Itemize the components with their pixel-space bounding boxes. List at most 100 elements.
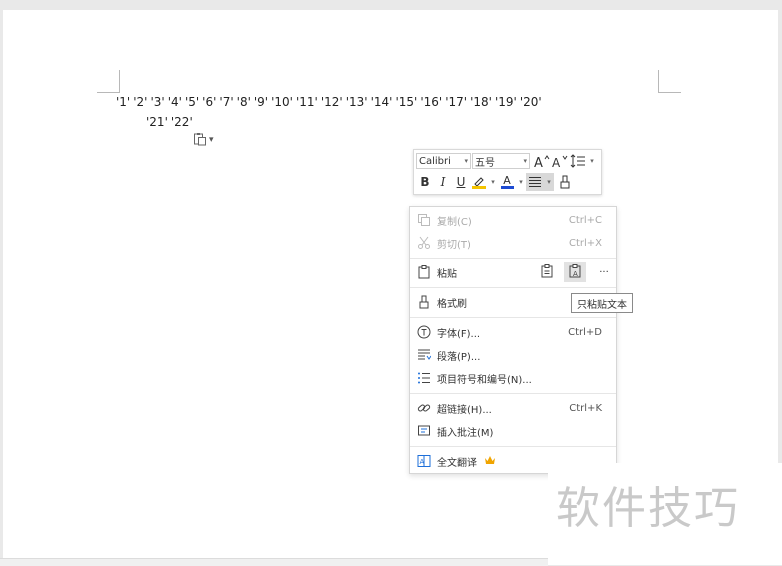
copy-label: 复制(C) — [437, 216, 472, 228]
paragraph-icon — [416, 347, 432, 363]
document-token: '10' — [271, 95, 293, 109]
menu-divider — [410, 446, 616, 447]
menu-divider — [410, 317, 616, 318]
align-icon — [529, 177, 541, 187]
menu-item-cut[interactable]: 剪切(T) Ctrl+X — [410, 232, 616, 254]
comment-icon — [416, 423, 432, 439]
chevron-down-icon: ▾ — [209, 135, 214, 145]
cut-label: 剪切(T) — [437, 239, 471, 251]
font-name-value: Calibri — [419, 155, 451, 167]
format-painter-icon — [560, 175, 570, 189]
bullets-label: 项目符号和编号(N)... — [437, 374, 532, 386]
document-token: '18' — [470, 95, 492, 109]
document-token: '7' — [219, 95, 234, 109]
document-token: '5' — [184, 95, 200, 109]
menu-item-font[interactable]: 字体(F)... Ctrl+D — [410, 321, 616, 343]
paste-label: 粘贴 — [437, 268, 457, 280]
paste-options-icon — [193, 132, 209, 149]
paste-text-only-icon: A — [568, 263, 582, 281]
more-icon: ··· — [599, 266, 609, 278]
document-token: '2' — [133, 95, 148, 109]
menu-item-hyperlink[interactable]: 超链接(H)... Ctrl+K — [410, 397, 616, 419]
menu-item-copy[interactable]: 复制(C) Ctrl+C — [410, 209, 616, 231]
format-painter-label: 格式刷 — [437, 298, 467, 310]
menu-item-bullets[interactable]: 项目符号和编号(N)... — [410, 367, 616, 389]
italic-button[interactable]: I — [434, 173, 452, 191]
hyperlink-shortcut: Ctrl+K — [569, 402, 602, 414]
paste-keep-format-button[interactable] — [536, 262, 558, 282]
comment-label: 插入批注(M) — [437, 427, 494, 439]
font-color-swatch — [500, 186, 514, 189]
underline-icon: U — [456, 175, 466, 189]
svg-text:A: A — [552, 156, 561, 168]
menu-item-insert-comment[interactable]: 插入批注(M) — [410, 420, 616, 442]
font-icon — [416, 324, 432, 340]
document-token: '9' — [253, 95, 269, 109]
document-token: '22' — [170, 115, 193, 129]
paste-keep-format-icon — [540, 263, 554, 281]
align-button[interactable] — [526, 173, 544, 191]
document-token: '16' — [420, 95, 443, 109]
font-label: 字体(F)... — [437, 328, 481, 340]
chevron-down-icon[interactable]: ▾ — [587, 152, 597, 170]
margin-corner-top-left — [97, 70, 120, 93]
chevron-down-icon[interactable]: ▾ — [516, 173, 526, 191]
chevron-down-icon: ▾ — [523, 157, 527, 165]
translate-icon: A — [416, 453, 432, 469]
margin-corner-top-right — [658, 70, 681, 93]
tooltip: 只粘贴文本 — [571, 293, 633, 313]
document-token: '17' — [445, 95, 468, 109]
paste-text-only-button[interactable]: A — [564, 262, 586, 282]
font-color-button[interactable]: A — [498, 173, 516, 191]
bold-icon: B — [420, 175, 430, 189]
decrease-font-icon[interactable]: A — [551, 152, 569, 170]
document-token: '12' — [320, 95, 343, 109]
crown-icon — [484, 455, 496, 468]
document-text-line-2[interactable]: '21' '22' — [146, 115, 196, 129]
document-token: '3' — [150, 95, 165, 109]
increase-font-icon[interactable]: A — [533, 152, 551, 170]
paste-more-button[interactable]: ··· — [593, 262, 615, 282]
menu-divider — [410, 287, 616, 288]
context-menu: 复制(C) Ctrl+C 剪切(T) Ctrl+X 粘贴 A ··· 格式刷 字… — [409, 206, 617, 474]
tooltip-text: 只粘贴文本 — [577, 299, 627, 311]
svg-text:A: A — [420, 458, 425, 466]
chevron-down-icon[interactable]: ▾ — [544, 173, 554, 191]
document-token: '11' — [295, 95, 318, 109]
menu-divider — [410, 393, 616, 394]
document-text-line-1[interactable]: '1' '2' '3' '4' '5' '6' '7' '8' '9' '10' '11' '12' '… — [116, 95, 545, 109]
font-name-combo[interactable]: Calibri ▾ — [416, 153, 471, 169]
underline-button[interactable]: U — [452, 173, 470, 191]
list-bullets-icon — [416, 370, 432, 386]
format-painter-button[interactable] — [556, 173, 574, 191]
italic-icon: I — [440, 175, 446, 189]
paste-icon — [416, 264, 432, 280]
document-token: '1' — [116, 95, 131, 109]
chevron-down-icon: ▾ — [464, 157, 468, 165]
document-token: '6' — [202, 95, 217, 109]
document-token: '15' — [395, 95, 418, 109]
paste-options-button[interactable]: ▾ — [193, 132, 221, 148]
document-token: '13' — [345, 95, 368, 109]
font-shortcut: Ctrl+D — [568, 326, 602, 338]
translate-label: 全文翻译 — [437, 457, 477, 469]
font-size-combo[interactable]: 五号 ▾ — [472, 153, 530, 169]
document-token: '14' — [370, 95, 393, 109]
watermark-text: 软件技巧 — [556, 483, 740, 534]
format-painter-icon — [416, 294, 432, 310]
chevron-down-icon[interactable]: ▾ — [488, 173, 498, 191]
bold-button[interactable]: B — [416, 173, 434, 191]
menu-item-paragraph[interactable]: 段落(P)... — [410, 344, 616, 366]
line-spacing-icon[interactable] — [569, 152, 587, 170]
highlight-button[interactable] — [470, 173, 488, 191]
link-icon — [416, 400, 432, 416]
document-token: '19' — [494, 95, 517, 109]
menu-divider — [410, 258, 616, 259]
svg-text:A: A — [573, 270, 578, 278]
scissors-icon — [416, 235, 432, 251]
document-token: '4' — [167, 95, 182, 109]
cut-shortcut: Ctrl+X — [568, 237, 602, 249]
font-color-icon: A — [503, 174, 511, 187]
document-token: '21' — [146, 115, 168, 129]
highlight-icon — [472, 177, 486, 189]
